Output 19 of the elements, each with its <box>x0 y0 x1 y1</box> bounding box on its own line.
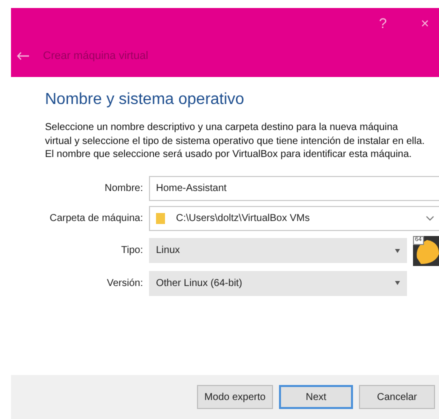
field-label: Nombre: <box>104 182 143 194</box>
wizard-title: Crear máquina virtual <box>43 50 148 62</box>
page-heading: Nombre y sistema operativo <box>45 91 246 109</box>
field-label: Carpeta de máquina: <box>48 212 143 224</box>
folder-dropdown[interactable]: C:\Users\doltz\VirtualBox VMs <box>149 206 439 230</box>
dialog-button[interactable]: Next <box>279 385 353 409</box>
field-label: Tipo: <box>120 245 143 256</box>
dropdown-arrow-icon <box>395 248 400 252</box>
dialog-button[interactable]: Modo experto <box>197 385 273 409</box>
folder-icon <box>156 212 166 224</box>
name-field[interactable]: Home-Assistant <box>149 176 439 200</box>
field-label: Versión: <box>106 278 143 288</box>
dropdown[interactable]: Other Linux (64-bit) <box>149 270 407 296</box>
chevron-icon <box>426 216 434 220</box>
description-text: Seleccione un nombre descriptivo y una carpeta destino para la nueva máquina virtual y seleccione el tipo de sistema operativo que tiene intención de instalar en ella. El nombre que seleccione será usado por VirtualBox para identificar esta máquina. <box>45 121 426 162</box>
dropdown[interactable]: Linux <box>149 238 407 263</box>
dropdown-arrow-icon <box>395 281 400 285</box>
dialog-button[interactable]: Cancelar <box>359 385 435 409</box>
back-arrow-icon[interactable] <box>17 52 29 60</box>
